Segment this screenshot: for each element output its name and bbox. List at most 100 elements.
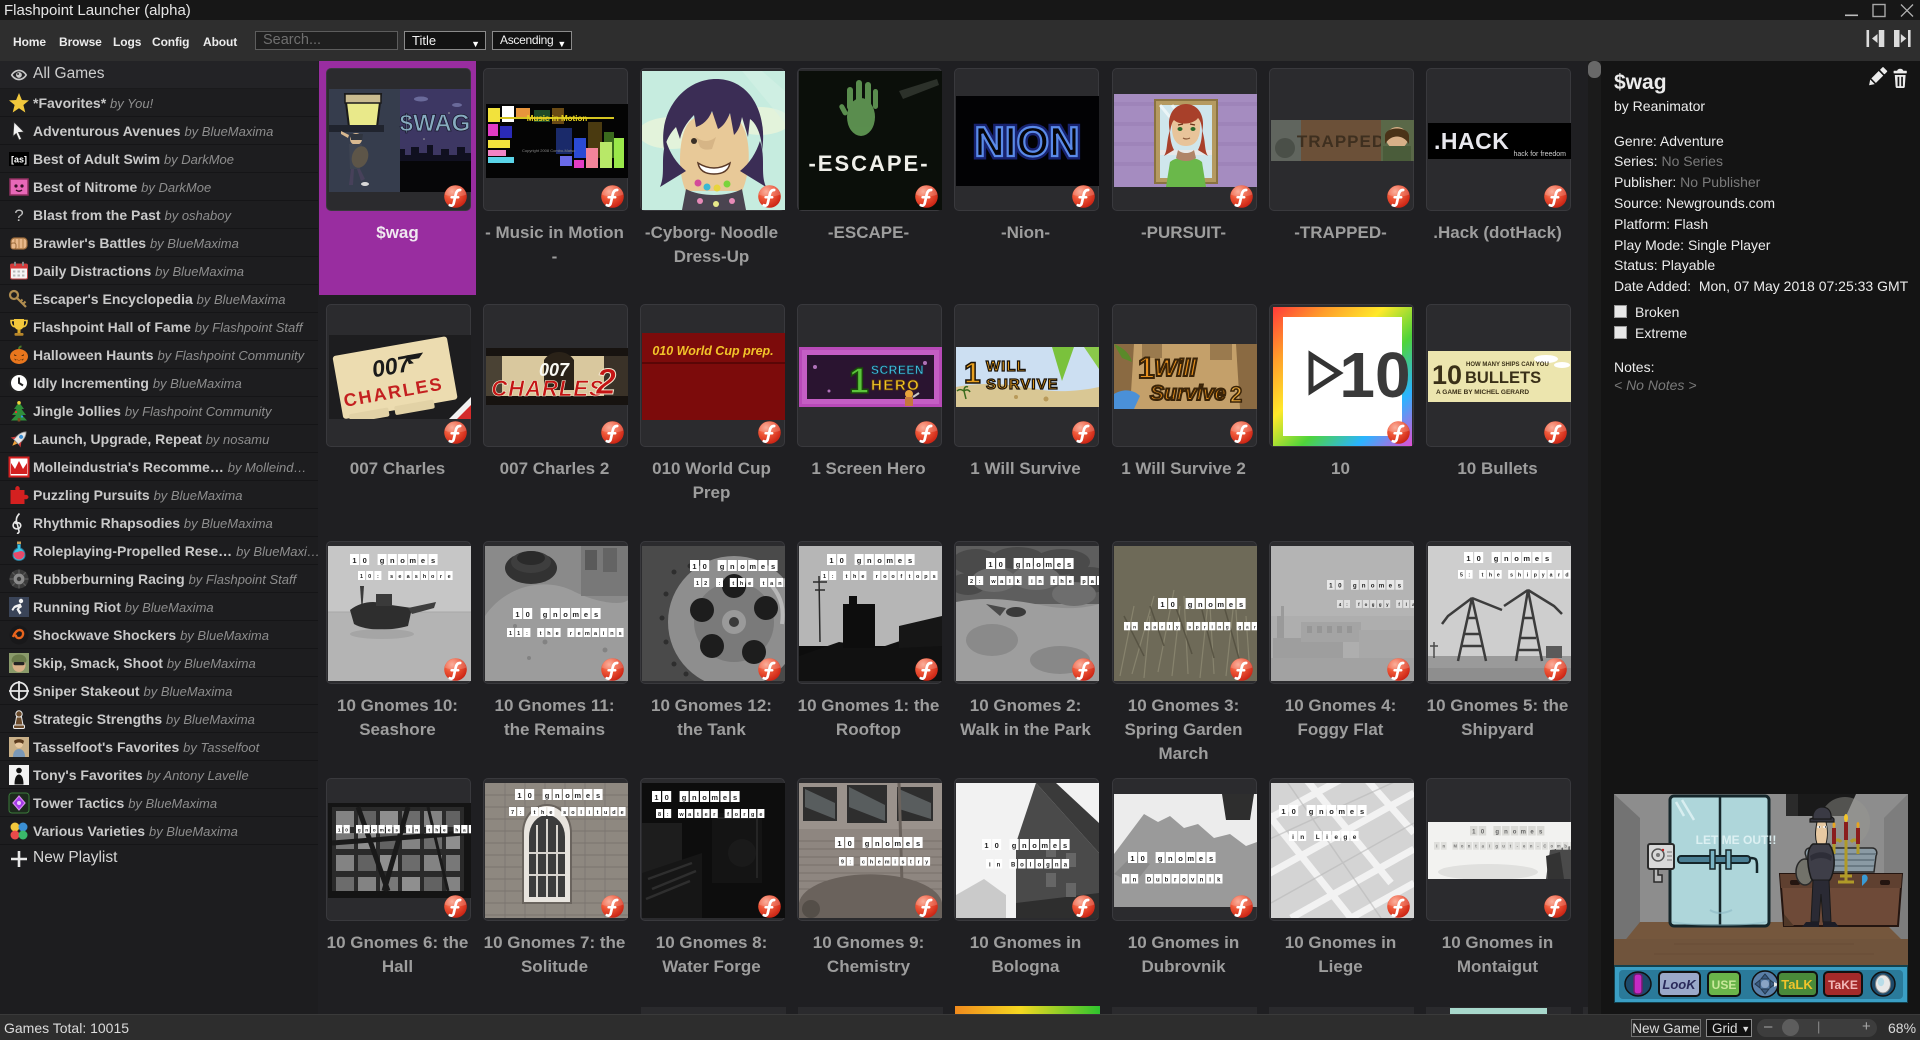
svg-text:1: 1 (984, 841, 988, 850)
svg-text:e: e (398, 574, 401, 580)
svg-text:1: 1 (515, 610, 519, 619)
svg-text:g: g (380, 556, 385, 565)
svg-text:o: o (563, 610, 568, 619)
svg-text:1: 1 (1329, 583, 1333, 590)
svg-text:s: s (596, 791, 600, 800)
svg-text:n: n (1200, 878, 1204, 884)
svg-text:n: n (415, 828, 418, 833)
svg-text:a: a (1412, 602, 1414, 607)
svg-text:s: s (933, 574, 936, 580)
svg-text:g: g (1343, 834, 1347, 841)
svg-text:e: e (584, 610, 588, 619)
svg-text:0: 0 (1141, 854, 1145, 863)
svg-text:t: t (534, 810, 536, 816)
svg-text:g: g (1188, 600, 1193, 609)
svg-text:n: n (875, 839, 880, 848)
svg-text:1: 1 (1160, 600, 1164, 609)
svg-text:0: 0 (999, 560, 1003, 569)
svg-text:o: o (1513, 830, 1517, 836)
svg-text:e: e (1057, 560, 1061, 569)
svg-text:t: t (697, 812, 699, 818)
svg-text:0: 0 (345, 827, 348, 833)
svg-text:u: u (1502, 844, 1505, 849)
svg-text:i: i (1489, 844, 1490, 849)
svg-text:g: g (865, 839, 870, 848)
svg-text:t: t (909, 574, 911, 580)
svg-text:t: t (763, 581, 765, 587)
svg-text:g: g (1012, 841, 1017, 850)
svg-text:s: s (563, 810, 566, 816)
svg-text:2: 2 (970, 579, 973, 585)
svg-text:s: s (771, 562, 775, 571)
svg-text:s: s (733, 793, 737, 802)
svg-text:e: e (705, 812, 708, 818)
svg-text:e: e (556, 631, 559, 637)
svg-text:n: n (1319, 807, 1324, 816)
svg-text::: : (979, 579, 981, 585)
svg-text:HERO: HERO (871, 377, 920, 394)
svg-text:s: s (916, 839, 920, 848)
svg-text:a: a (1246, 625, 1249, 630)
svg-text:n: n (730, 562, 735, 571)
svg-text:d: d (1565, 573, 1568, 579)
svg-text:o: o (877, 556, 882, 565)
svg-text:o: o (1182, 878, 1186, 884)
svg-text::: : (849, 860, 851, 866)
svg-text:e: e (748, 581, 751, 587)
svg-text:h: h (455, 827, 458, 833)
svg-text:i: i (1292, 834, 1294, 841)
svg-text:m: m (585, 631, 590, 637)
svg-text:M: M (1453, 844, 1457, 849)
svg-text:g: g (1016, 560, 1021, 569)
svg-text:1: 1 (1466, 554, 1470, 563)
svg-text:s: s (431, 556, 435, 565)
svg-text::: : (377, 574, 379, 580)
svg-text:n: n (1198, 600, 1203, 609)
svg-text::: : (832, 574, 834, 580)
svg-text:[as]: [as] (11, 155, 27, 165)
svg-text:f: f (727, 812, 729, 818)
svg-text:10: 10 (1432, 360, 1462, 390)
svg-text:o: o (885, 839, 890, 848)
svg-text:n: n (553, 610, 558, 619)
svg-text:0: 0 (1171, 600, 1175, 609)
svg-text:2: 2 (594, 361, 615, 402)
svg-text:m: m (380, 828, 384, 833)
svg-text:1: 1 (352, 556, 356, 565)
svg-text:e: e (1353, 834, 1357, 841)
svg-text:g: g (1309, 807, 1314, 816)
svg-text:e: e (723, 793, 727, 802)
svg-text:hack for freedom: hack for freedom (1513, 151, 1566, 158)
svg-text:m: m (1523, 554, 1530, 563)
svg-text:n: n (1168, 854, 1173, 863)
svg-text:p: p (1196, 625, 1199, 630)
svg-text::: : (526, 631, 528, 637)
svg-text:o: o (1461, 844, 1464, 849)
svg-text:s: s (1510, 573, 1513, 579)
svg-text:9: 9 (841, 860, 844, 866)
svg-text:o: o (1514, 554, 1519, 563)
svg-text:b: b (1165, 878, 1169, 884)
svg-text:m: m (1041, 841, 1048, 850)
svg-text:g: g (1353, 583, 1357, 590)
svg-text:o: o (1020, 863, 1024, 869)
svg-text:e: e (388, 828, 391, 833)
svg-text:1: 1 (1281, 807, 1285, 816)
svg-text:i: i (1212, 624, 1213, 630)
svg-text:o: o (1551, 844, 1554, 849)
svg-text:m: m (749, 562, 756, 571)
svg-text:i: i (409, 827, 410, 833)
svg-text:n: n (390, 556, 395, 565)
svg-text:s: s (1239, 600, 1243, 609)
svg-text:s: s (1063, 841, 1067, 850)
svg-text:WILL: WILL (986, 358, 1027, 375)
svg-text:g: g (358, 828, 361, 833)
svg-text:1: 1 (988, 560, 992, 569)
svg-text:D: D (1147, 878, 1152, 884)
svg-text:g: g (545, 791, 550, 800)
svg-text:n: n (1300, 834, 1304, 841)
svg-text:-ESCAPE-: -ESCAPE- (808, 151, 929, 176)
svg-text:e: e (1229, 600, 1233, 609)
svg-text:e: e (1069, 579, 1072, 585)
svg-text:0: 0 (665, 793, 669, 802)
